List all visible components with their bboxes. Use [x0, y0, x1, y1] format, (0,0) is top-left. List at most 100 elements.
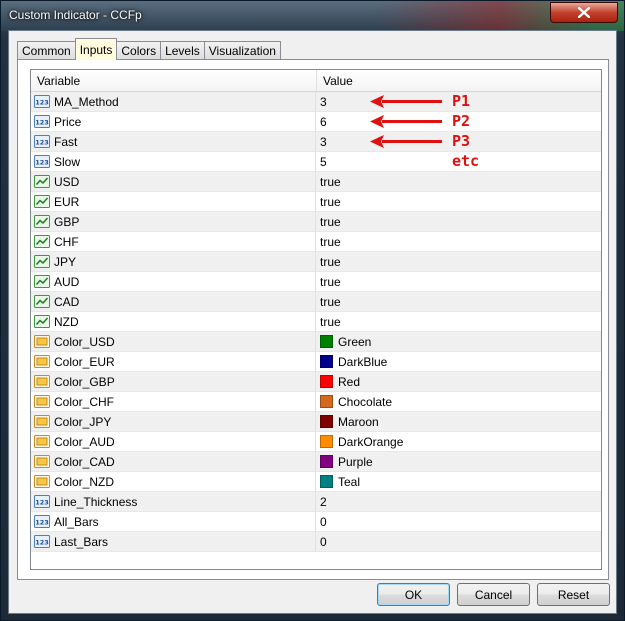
table-row[interactable]: Color_USD Green: [31, 332, 601, 352]
variable-name: Price: [54, 114, 82, 129]
reset-button[interactable]: Reset: [537, 583, 610, 606]
variable-cell: CHF: [31, 232, 316, 251]
table-row[interactable]: Color_CAD Purple: [31, 452, 601, 472]
value-cell[interactable]: true: [316, 192, 341, 211]
table-row[interactable]: 123 Price 6 P2: [31, 112, 601, 132]
int-icon: 123: [34, 535, 50, 548]
value-cell[interactable]: 3: [316, 132, 327, 151]
table-row[interactable]: USD true: [31, 172, 601, 192]
tab-visualization[interactable]: Visualization: [203, 41, 281, 60]
value-cell[interactable]: Teal: [316, 472, 360, 491]
value-cell[interactable]: true: [316, 312, 341, 331]
variable-value: DarkBlue: [338, 354, 388, 369]
table-row[interactable]: 123 All_Bars 0: [31, 512, 601, 532]
value-cell[interactable]: 3: [316, 92, 327, 111]
column-header-variable[interactable]: Variable: [31, 70, 317, 91]
table-row[interactable]: 123 MA_Method 3 P1: [31, 92, 601, 112]
variable-cell: CAD: [31, 292, 316, 311]
svg-text:123: 123: [35, 119, 49, 127]
tab-colors[interactable]: Colors: [116, 41, 162, 60]
table-row[interactable]: AUD true: [31, 272, 601, 292]
variable-value: 3: [320, 94, 327, 109]
bool-icon: [34, 195, 50, 208]
value-cell[interactable]: 2: [316, 492, 327, 511]
variable-value: Green: [338, 334, 372, 349]
value-cell[interactable]: Purple: [316, 452, 373, 471]
table-row[interactable]: Color_JPY Maroon: [31, 412, 601, 432]
column-header-value[interactable]: Value: [317, 70, 353, 91]
window-title: Custom Indicator - CCFp: [9, 8, 142, 22]
annotation-label: P1: [452, 92, 471, 110]
value-cell[interactable]: Green: [316, 332, 371, 351]
bool-icon: [34, 175, 50, 188]
color-swatch: [320, 395, 333, 408]
tab-inputs[interactable]: Inputs: [74, 38, 118, 60]
variable-cell: 123 Last_Bars: [31, 532, 316, 551]
ok-button[interactable]: OK: [377, 583, 450, 606]
int-icon: 123: [34, 495, 50, 508]
variable-cell: NZD: [31, 312, 316, 331]
value-cell[interactable]: true: [316, 172, 341, 191]
red-arrow-icon: [370, 135, 442, 148]
table-row[interactable]: CHF true: [31, 232, 601, 252]
color-swatch: [320, 475, 333, 488]
variable-name: Color_CAD: [54, 454, 115, 469]
value-cell[interactable]: true: [316, 252, 341, 271]
close-button[interactable]: [550, 2, 618, 23]
variable-cell: Color_EUR: [31, 352, 316, 371]
value-cell[interactable]: 0: [316, 532, 327, 551]
bool-icon: [34, 275, 50, 288]
int-icon: 123: [34, 515, 50, 528]
value-cell[interactable]: Red: [316, 372, 360, 391]
tab-levels[interactable]: Levels: [160, 41, 205, 60]
table-row[interactable]: 123 Slow 5 etc: [31, 152, 601, 172]
value-cell[interactable]: true: [316, 212, 341, 231]
title-bar[interactable]: Custom Indicator - CCFp: [1, 1, 624, 31]
variable-name: Last_Bars: [54, 534, 109, 549]
table-row[interactable]: JPY true: [31, 252, 601, 272]
cancel-button[interactable]: Cancel: [457, 583, 530, 606]
int-icon: 123: [34, 95, 50, 108]
annotation: P2: [356, 112, 496, 131]
value-cell[interactable]: true: [316, 232, 341, 251]
value-cell[interactable]: true: [316, 292, 341, 311]
inputs-grid: Variable Value 123 MA_Method 3 P1 123 Price 6 P…: [30, 69, 602, 570]
table-row[interactable]: Color_EUR DarkBlue: [31, 352, 601, 372]
table-row[interactable]: EUR true: [31, 192, 601, 212]
table-row[interactable]: Color_CHF Chocolate: [31, 392, 601, 412]
annotation: P3: [356, 132, 496, 151]
table-row[interactable]: 123 Fast 3 P3: [31, 132, 601, 152]
variable-cell: Color_CHF: [31, 392, 316, 411]
table-row[interactable]: 123 Last_Bars 0: [31, 532, 601, 552]
variable-cell: EUR: [31, 192, 316, 211]
variable-value: true: [320, 314, 341, 329]
value-cell[interactable]: Chocolate: [316, 392, 392, 411]
svg-text:123: 123: [35, 139, 49, 147]
variable-name: AUD: [54, 274, 80, 289]
table-row[interactable]: 123 Line_Thickness 2: [31, 492, 601, 512]
variable-name: Color_USD: [54, 334, 115, 349]
value-cell[interactable]: true: [316, 272, 341, 291]
variable-name: MA_Method: [54, 94, 119, 109]
value-cell[interactable]: 0: [316, 512, 327, 531]
value-cell[interactable]: DarkBlue: [316, 352, 387, 371]
value-cell[interactable]: 5: [316, 152, 327, 171]
value-cell[interactable]: 6: [316, 112, 327, 131]
bool-icon: [34, 315, 50, 328]
table-row[interactable]: Color_NZD Teal: [31, 472, 601, 492]
table-row[interactable]: CAD true: [31, 292, 601, 312]
bool-icon: [34, 295, 50, 308]
variable-cell: Color_GBP: [31, 372, 316, 391]
table-row[interactable]: NZD true: [31, 312, 601, 332]
value-cell[interactable]: DarkOrange: [316, 432, 403, 451]
table-row[interactable]: Color_GBP Red: [31, 372, 601, 392]
value-cell[interactable]: Maroon: [316, 412, 379, 431]
table-row[interactable]: Color_AUD DarkOrange: [31, 432, 601, 452]
table-row[interactable]: GBP true: [31, 212, 601, 232]
tab-common[interactable]: Common: [17, 41, 76, 60]
variable-value: true: [320, 234, 341, 249]
variable-value: true: [320, 274, 341, 289]
color-icon: [34, 375, 50, 388]
color-swatch: [320, 355, 333, 368]
bool-icon: [34, 235, 50, 248]
